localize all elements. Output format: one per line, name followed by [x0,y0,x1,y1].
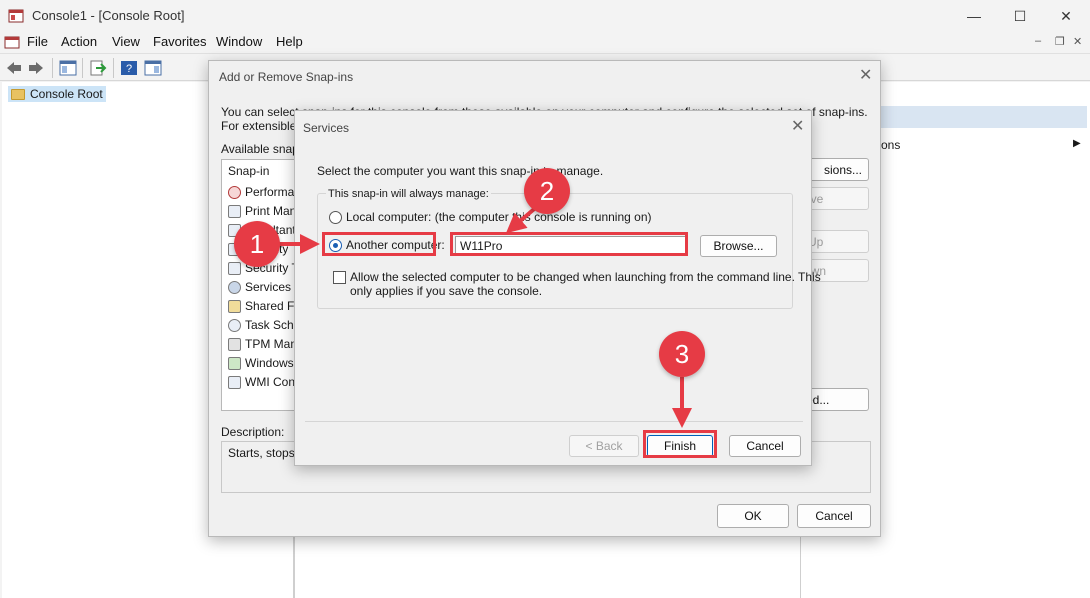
step-badge-3: 3 [659,331,705,377]
step-badge-1: 1 [234,221,280,267]
step-badge-2: 2 [524,168,570,214]
annotation-arrows [278,202,692,428]
